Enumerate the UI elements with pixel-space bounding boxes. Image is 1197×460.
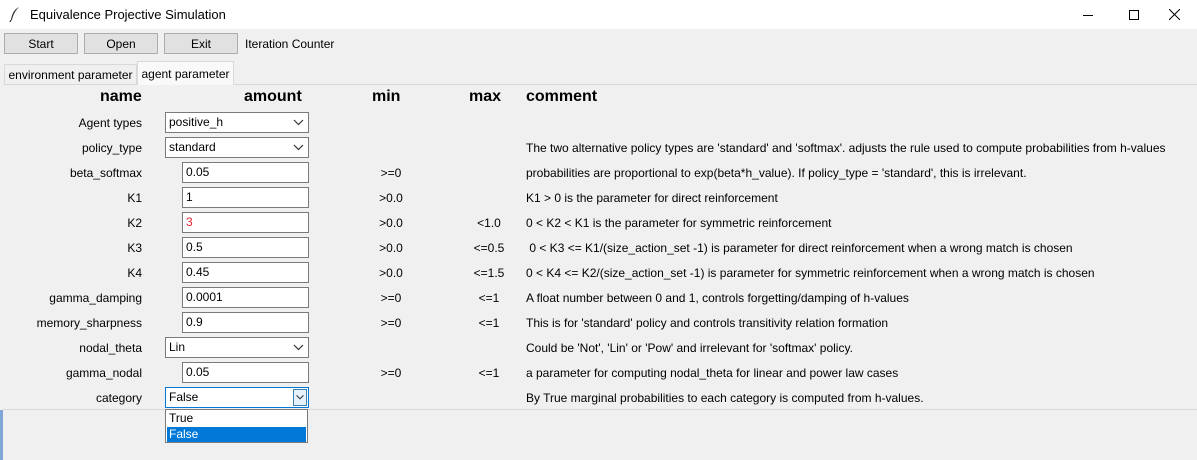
- policy-type-combo[interactable]: standard: [165, 137, 309, 158]
- row-comment: This is for 'standard' policy and contro…: [526, 316, 889, 330]
- row-label: category: [95, 391, 142, 405]
- row-label: K1: [127, 191, 142, 205]
- header-min: min: [372, 88, 401, 105]
- row-label: nodal_theta: [79, 341, 142, 355]
- row-label: K3: [127, 241, 142, 255]
- exit-button[interactable]: Exit: [164, 33, 238, 54]
- window-edge: [0, 410, 3, 460]
- row-max: <=0.5: [473, 241, 505, 255]
- category-dropdown-list: True False: [165, 409, 308, 443]
- dropdown-option-false[interactable]: False: [167, 427, 306, 442]
- combo-value: standard: [169, 140, 216, 154]
- category-combo[interactable]: False: [165, 387, 309, 408]
- feather-icon: [9, 7, 19, 22]
- nodal-theta-combo[interactable]: Lin: [165, 337, 309, 358]
- header-comment: comment: [526, 88, 598, 105]
- chevron-down-icon: [293, 144, 304, 151]
- row-min: >=0: [380, 366, 402, 380]
- iteration-counter-label: Iteration Counter: [245, 37, 335, 51]
- k3-input[interactable]: 0.5: [182, 237, 309, 258]
- chevron-down-icon: [293, 119, 304, 126]
- row-max: <=1.5: [473, 266, 505, 280]
- agent-types-combo[interactable]: positive_h: [165, 112, 309, 133]
- maximize-icon: [1129, 9, 1139, 20]
- k1-input[interactable]: 1: [182, 187, 309, 208]
- open-button[interactable]: Open: [84, 33, 158, 54]
- combo-value: positive_h: [169, 115, 224, 129]
- row-min: >=0: [380, 316, 402, 330]
- row-label: K4: [127, 266, 142, 280]
- chevron-down-icon: [293, 389, 307, 406]
- row-min: >=0: [380, 291, 402, 305]
- start-button[interactable]: Start: [4, 33, 78, 54]
- window-title: Equivalence Projective Simulation: [30, 7, 226, 22]
- row-comment: By True marginal probabilities to each c…: [526, 391, 924, 405]
- header-name: name: [100, 88, 142, 105]
- row-min: >0.0: [379, 216, 403, 230]
- dropdown-option-true[interactable]: True: [167, 411, 306, 426]
- row-label: Agent types: [78, 116, 142, 130]
- row-comment: 0 < K4 <= K2/(size_action_set -1) is par…: [526, 266, 1095, 280]
- header-amount: amount: [244, 88, 302, 105]
- row-label: beta_softmax: [69, 166, 142, 180]
- k4-input[interactable]: 0.45: [182, 262, 309, 283]
- row-label: policy_type: [81, 141, 142, 155]
- row-comment: Could be 'Not', 'Lin' or 'Pow' and irrel…: [526, 341, 853, 355]
- tab-environment-parameter[interactable]: environment parameter: [4, 64, 137, 84]
- minimize-icon: [1083, 14, 1093, 16]
- row-min: >0.0: [379, 241, 403, 255]
- row-min: >=0: [380, 166, 402, 180]
- row-comment: 0 < K3 <= K1/(size_action_set -1) is par…: [526, 241, 1073, 255]
- row-max: <=1: [478, 366, 500, 380]
- row-label: memory_sharpness: [36, 316, 142, 330]
- row-comment: a parameter for computing nodal_theta fo…: [526, 366, 899, 380]
- gamma-nodal-input[interactable]: 0.05: [182, 362, 309, 383]
- tab-agent-parameter[interactable]: agent parameter: [137, 61, 234, 85]
- combo-value: False: [169, 390, 199, 404]
- chevron-down-icon: [293, 344, 304, 351]
- row-label: gamma_damping: [49, 291, 142, 305]
- k2-input[interactable]: 3: [182, 212, 309, 233]
- row-comment: K1 > 0 is the parameter for direct reinf…: [526, 191, 778, 205]
- close-icon: [1168, 9, 1180, 20]
- row-comment: The two alternative policy types are 'st…: [526, 141, 1166, 155]
- row-label: gamma_nodal: [65, 366, 142, 380]
- row-max: <=1: [478, 316, 500, 330]
- row-min: >0.0: [379, 266, 403, 280]
- row-min: >0.0: [379, 191, 403, 205]
- beta-softmax-input[interactable]: 0.05: [182, 162, 309, 183]
- row-comment: A float number between 0 and 1, controls…: [526, 291, 909, 305]
- row-label: K2: [127, 216, 142, 230]
- row-comment: 0 < K2 < K1 is the parameter for symmetr…: [526, 216, 832, 230]
- minimize-button[interactable]: [1065, 0, 1111, 29]
- row-max: <=1: [478, 291, 500, 305]
- memory-sharpness-input[interactable]: 0.9: [182, 312, 309, 333]
- combo-value: Lin: [169, 340, 186, 354]
- row-max: <1.0: [477, 216, 501, 230]
- close-button[interactable]: [1151, 0, 1197, 29]
- header-max: max: [469, 88, 502, 105]
- row-comment: probabilities are proportional to exp(be…: [526, 166, 1027, 180]
- gamma-damping-input[interactable]: 0.0001: [182, 287, 309, 308]
